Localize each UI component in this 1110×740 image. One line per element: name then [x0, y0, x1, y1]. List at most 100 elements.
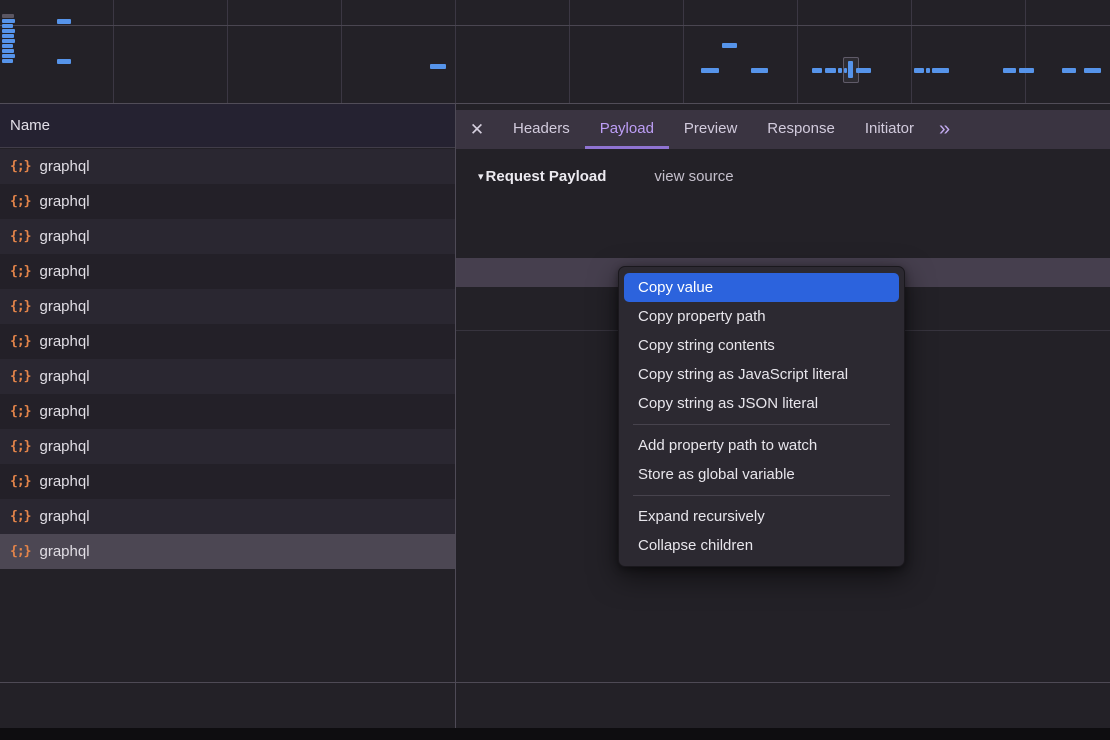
- tree-row-root-preview[interactable]: ▼ {operationName: "ipFlowTimeseries", va…: [456, 199, 1110, 228]
- tab-preview[interactable]: Preview: [669, 110, 752, 149]
- request-name-label: graphql: [39, 228, 89, 245]
- context-menu: Copy valueCopy property pathCopy string …: [618, 266, 905, 567]
- menu-item-copy-property-path[interactable]: Copy property path: [624, 302, 899, 331]
- section-title: Request Payload: [486, 168, 607, 185]
- json-braces-icon: {;}: [10, 159, 30, 174]
- more-tabs-button[interactable]: »: [929, 110, 960, 149]
- overview-request-bar: [57, 19, 71, 24]
- overview-request-bar: [1019, 68, 1034, 73]
- request-row[interactable]: {;}graphql: [0, 184, 455, 219]
- overview-request-bar: [751, 68, 768, 73]
- tab-initiator[interactable]: Initiator: [850, 110, 929, 149]
- overview-request-bar: [844, 68, 847, 73]
- overview-request-bar: [932, 68, 949, 73]
- close-detail-button[interactable]: ✕: [456, 110, 498, 149]
- overview-gridline: [113, 0, 114, 103]
- request-row[interactable]: {;} graphql: [0, 324, 455, 359]
- detail-tabbar: ✕ Headers Payload Preview Response Initiator…: [456, 110, 1110, 149]
- overview-request-bar: [2, 44, 13, 48]
- name-column-header[interactable]: Name: [0, 104, 455, 148]
- request-row[interactable]: {;} graphql: [0, 254, 455, 289]
- request-row[interactable]: {;} graphql: [0, 534, 455, 569]
- overview-gridline: [569, 0, 570, 103]
- request-row[interactable]: {;} graphql: [0, 359, 455, 394]
- json-braces-icon: {;}: [10, 404, 30, 419]
- view-source-link[interactable]: view source: [654, 168, 733, 185]
- json-braces-icon: {;}: [10, 264, 30, 279]
- menu-separator: [633, 424, 890, 425]
- menu-item-copy-string-as-javascript-literal[interactable]: Copy string as JavaScript literal: [624, 360, 899, 389]
- request-row[interactable]: {;}graphql: [0, 464, 455, 499]
- overview-request-bar: [1062, 68, 1076, 73]
- overview-request-bar: [914, 68, 924, 73]
- screen-bottom-strip: [0, 728, 1110, 740]
- overview-gridline: [683, 0, 684, 103]
- json-braces-icon: {;}: [10, 509, 30, 524]
- menu-item-copy-string-as-json-literal[interactable]: Copy string as JSON literal: [624, 389, 899, 418]
- tree-row-operation-name[interactable]: operationName : "ipFlowTimeseries": [456, 229, 1110, 258]
- overview-request-bar: [2, 14, 14, 18]
- chevron-double-right-icon: »: [939, 118, 950, 141]
- request-row[interactable]: {;} graphql: [0, 429, 455, 464]
- name-column-label: Name: [10, 117, 50, 134]
- menu-item-copy-value[interactable]: Copy value: [624, 273, 899, 302]
- tab-label: Preview: [684, 120, 737, 137]
- request-name-label: graphql: [39, 298, 89, 315]
- overview-request-bar: [2, 29, 15, 33]
- overview-gridline: [227, 0, 228, 103]
- overview-gridline: [341, 0, 342, 103]
- tab-label: Payload: [600, 120, 654, 137]
- overview-request-bar: [2, 59, 13, 63]
- overview-request-bar: [2, 39, 15, 43]
- tab-payload[interactable]: Payload: [585, 110, 669, 149]
- request-row[interactable]: {;} graphql: [0, 499, 455, 534]
- tab-label: Headers: [513, 120, 570, 137]
- request-list: {;} graphql {;} graphql {;} graphql {;} graphql…: [0, 149, 455, 569]
- overview-request-bar: [701, 68, 719, 73]
- request-row[interactable]: {;} graphql: [0, 219, 455, 254]
- request-name-label: graphql: [39, 368, 89, 385]
- network-overview-timeline[interactable]: [0, 0, 1110, 104]
- request-name-label: graphql: [39, 508, 89, 525]
- request-row[interactable]: {;} graphql: [0, 149, 455, 184]
- request-name-label: graphql: [39, 193, 89, 210]
- request-row[interactable]: {;} graphql: [0, 289, 455, 324]
- json-braces-icon: {;}: [10, 369, 30, 384]
- overview-request-bar: [1084, 68, 1101, 73]
- overview-gridline: [911, 0, 912, 103]
- json-braces-icon: {;}: [10, 299, 30, 314]
- request-name-label: graphql: [39, 333, 89, 350]
- overview-request-bar: [722, 43, 737, 48]
- overview-request-bar: [430, 64, 446, 69]
- disclosure-triangle-icon: ▾: [478, 170, 484, 183]
- json-braces-icon: {;}: [10, 439, 30, 454]
- tab-headers[interactable]: Headers: [498, 110, 585, 149]
- menu-item-collapse-children[interactable]: Collapse children: [624, 531, 899, 560]
- request-name-label: graphql: [39, 263, 89, 280]
- menu-item-expand-recursively[interactable]: Expand recursively: [624, 502, 899, 531]
- overview-request-bar: [2, 19, 15, 23]
- overview-request-bar: [825, 68, 836, 73]
- menu-item-add-property-path-to-watch[interactable]: Add property path to watch: [624, 431, 899, 460]
- overview-gridline: [0, 25, 1110, 26]
- request-name-label: graphql: [39, 473, 89, 490]
- menu-item-store-as-global-variable[interactable]: Store as global variable: [624, 460, 899, 489]
- overview-request-bar: [848, 61, 853, 78]
- json-braces-icon: {;}: [10, 334, 30, 349]
- menu-item-copy-string-contents[interactable]: Copy string contents: [624, 331, 899, 360]
- request-name-label: graphql: [39, 543, 89, 560]
- request-name-label: graphql: [39, 158, 89, 175]
- overview-request-bar: [2, 54, 15, 58]
- request-name-label: graphql: [39, 438, 89, 455]
- request-row[interactable]: {;}graphql: [0, 394, 455, 429]
- json-braces-icon: {;}: [10, 229, 30, 244]
- overview-request-bar: [57, 59, 71, 64]
- tab-label: Response: [767, 120, 835, 137]
- json-braces-icon: {;}: [10, 544, 30, 559]
- close-icon: ✕: [470, 120, 484, 140]
- overview-request-bar: [2, 49, 14, 53]
- tab-response[interactable]: Response: [752, 110, 850, 149]
- request-payload-section-header[interactable]: ▾ Request Payload view source: [456, 165, 734, 187]
- overview-request-bar: [812, 68, 822, 73]
- overview-request-bar: [838, 68, 842, 73]
